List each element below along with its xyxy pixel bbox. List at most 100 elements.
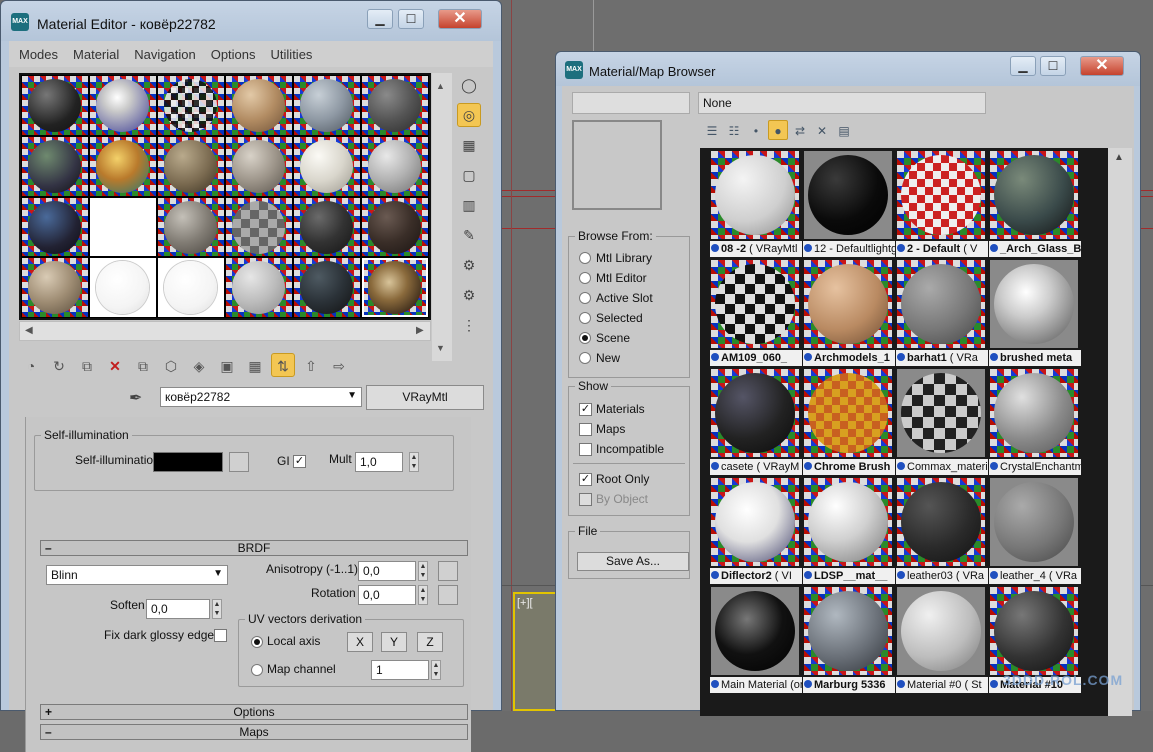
material-thumbnail[interactable]: leather03 ( VRa [896,477,988,586]
fix-dark-glossy-checkbox[interactable] [214,629,227,642]
map-channel-radio[interactable] [251,664,263,676]
menu-modes[interactable]: Modes [9,41,63,62]
maps-rollout-header[interactable]: – Maps [40,724,468,740]
material-thumbnail[interactable]: Main Material (or [710,586,802,695]
view-list-icons-icon[interactable]: ☷ [724,121,744,141]
material-label[interactable]: LDSP__mat__ [803,568,895,584]
radio-icon[interactable] [579,352,591,364]
material-id-channel-icon[interactable]: ▣ [215,354,239,378]
material-thumbnail[interactable]: casete ( VRayM [710,368,802,477]
soften-spinner[interactable]: ▲ ▼ [212,599,222,619]
sample-slots-vertical-scrollbar[interactable]: ▲ ▼ [432,73,452,361]
maps-collapse-icon[interactable]: – [45,725,52,739]
scroll-up-icon[interactable]: ▲ [436,81,445,91]
anisotropy-spinner[interactable]: ▲ ▼ [418,561,428,581]
options-expand-icon[interactable]: + [45,705,52,719]
material-thumbnail-image[interactable] [711,369,799,457]
material-thumbnail-image[interactable] [897,260,985,348]
chevron-down-icon[interactable]: ▼ [347,390,357,401]
rotation-map-button[interactable] [438,585,458,605]
material-label[interactable]: CrystalEnchantm [989,459,1081,475]
material-label[interactable]: Chrome Brush [803,459,895,475]
material-thumbnail-image[interactable] [990,478,1078,566]
sample-uv-tiling-icon[interactable]: ▢ [457,163,481,187]
brdf-collapse-icon[interactable]: – [45,541,52,555]
sample-slot[interactable] [362,76,428,135]
checkbox-checked-icon[interactable]: ✓ [579,403,592,416]
assign-to-selection-icon[interactable]: ⧉ [75,354,99,378]
material-label[interactable]: Marburg 5336 [803,677,895,693]
minimize-button[interactable]: ▁ [1010,56,1036,76]
material-label[interactable]: barhat1 ( VRa [896,350,988,366]
material-thumbnail[interactable]: _Arch_Glass_B [989,150,1081,259]
radio-icon[interactable] [579,272,591,284]
material-thumbnail-image[interactable] [990,260,1078,348]
show-end-result-icon[interactable]: ⇅ [271,353,295,377]
rotation-field[interactable]: 0,0 [358,585,416,605]
sample-slot[interactable] [362,197,428,257]
brdf-rollout-header[interactable]: – BRDF [40,540,468,556]
sample-slot[interactable] [158,258,224,317]
sample-slot[interactable] [294,197,360,257]
material-label[interactable]: _Arch_Glass_B [989,241,1081,257]
material-label[interactable]: Commax_materi [896,459,988,475]
material-label[interactable]: Archmodels_1 [803,350,895,366]
scroll-down-icon[interactable]: ▼ [436,343,445,353]
material-type-button[interactable]: VRayMtl [366,385,484,410]
sample-slot[interactable] [226,258,292,317]
material-thumbnail[interactable]: Chrome Brush [803,368,895,477]
material-thumbnail[interactable]: Marburg 5336 [803,586,895,695]
viewport-label[interactable]: [+][ [517,597,533,609]
sample-slot[interactable] [90,76,156,135]
material-thumbnail-image[interactable] [804,369,892,457]
save-as-button[interactable]: Save As... [577,552,689,571]
delete-from-library-icon[interactable]: ✕ [812,121,832,141]
material-label[interactable]: Material #0 ( St [896,677,988,693]
checkbox-checked-icon[interactable]: ✓ [579,473,592,486]
scroll-left-icon[interactable]: ◀ [25,325,33,336]
material-thumbnail-image[interactable] [804,260,892,348]
make-preview-icon[interactable]: ✎ [457,223,481,247]
scroll-up-icon[interactable]: ▲ [1114,152,1124,163]
menu-options[interactable]: Options [201,41,261,62]
checkbox-icon[interactable] [579,443,592,456]
radio-selected-icon[interactable] [579,332,591,344]
sample-type-sphere-icon[interactable]: ◯ [457,73,481,97]
sample-slot[interactable] [158,136,224,196]
material-thumbnail-image[interactable] [897,369,985,457]
sample-slot[interactable] [90,136,156,196]
material-thumbnail[interactable]: brushed meta [989,259,1081,368]
sample-slot[interactable] [294,76,360,135]
material-thumbnail-image[interactable] [711,151,799,239]
material-thumbnail-image[interactable] [711,478,799,566]
material-label[interactable]: 08 -2 ( VRayMtl [710,241,802,257]
scroll-right-icon[interactable]: ▶ [416,325,424,336]
material-label[interactable]: 12 - Defaultlightgray [803,241,895,257]
options-rollout-header[interactable]: + Options [40,704,468,720]
material-thumbnail[interactable]: Archmodels_1 [803,259,895,368]
backlight-icon[interactable]: ◎ [457,103,481,127]
material-thumbnail-image[interactable] [897,587,985,675]
gi-checkbox[interactable]: ✓ [293,455,306,468]
soften-field[interactable]: 0,0 [146,599,210,619]
maximize-button[interactable]: ☐ [1040,56,1066,76]
material-thumbnail[interactable]: 08 -2 ( VRayMtl [710,150,802,259]
sample-slot[interactable] [90,197,156,257]
material-name-field[interactable]: ковёр22782 ▼ [160,387,362,407]
map-channel-field[interactable]: 1 [371,660,429,680]
put-to-scene-icon[interactable]: ↻ [47,354,71,378]
mult-spinner[interactable]: ▲ ▼ [409,452,419,472]
sample-slot[interactable] [90,258,156,317]
material-thumbnail-image[interactable] [804,151,892,239]
menu-utilities[interactable]: Utilities [261,41,318,62]
clear-library-icon[interactable]: ▤ [834,121,854,141]
view-large-icons-icon[interactable]: ● [768,120,788,140]
background-checker-icon[interactable]: ▦ [457,133,481,157]
local-axis-radio[interactable] [251,636,263,648]
select-by-material-icon[interactable]: ⚙ [457,283,481,307]
go-forward-to-sibling-icon[interactable]: ⇨ [327,354,351,378]
sample-slot[interactable] [22,136,88,196]
brdf-type-dropdown[interactable]: Blinn ▼ [46,565,228,585]
material-thumbnail-image[interactable] [990,151,1078,239]
options-icon[interactable]: ⚙ [457,253,481,277]
